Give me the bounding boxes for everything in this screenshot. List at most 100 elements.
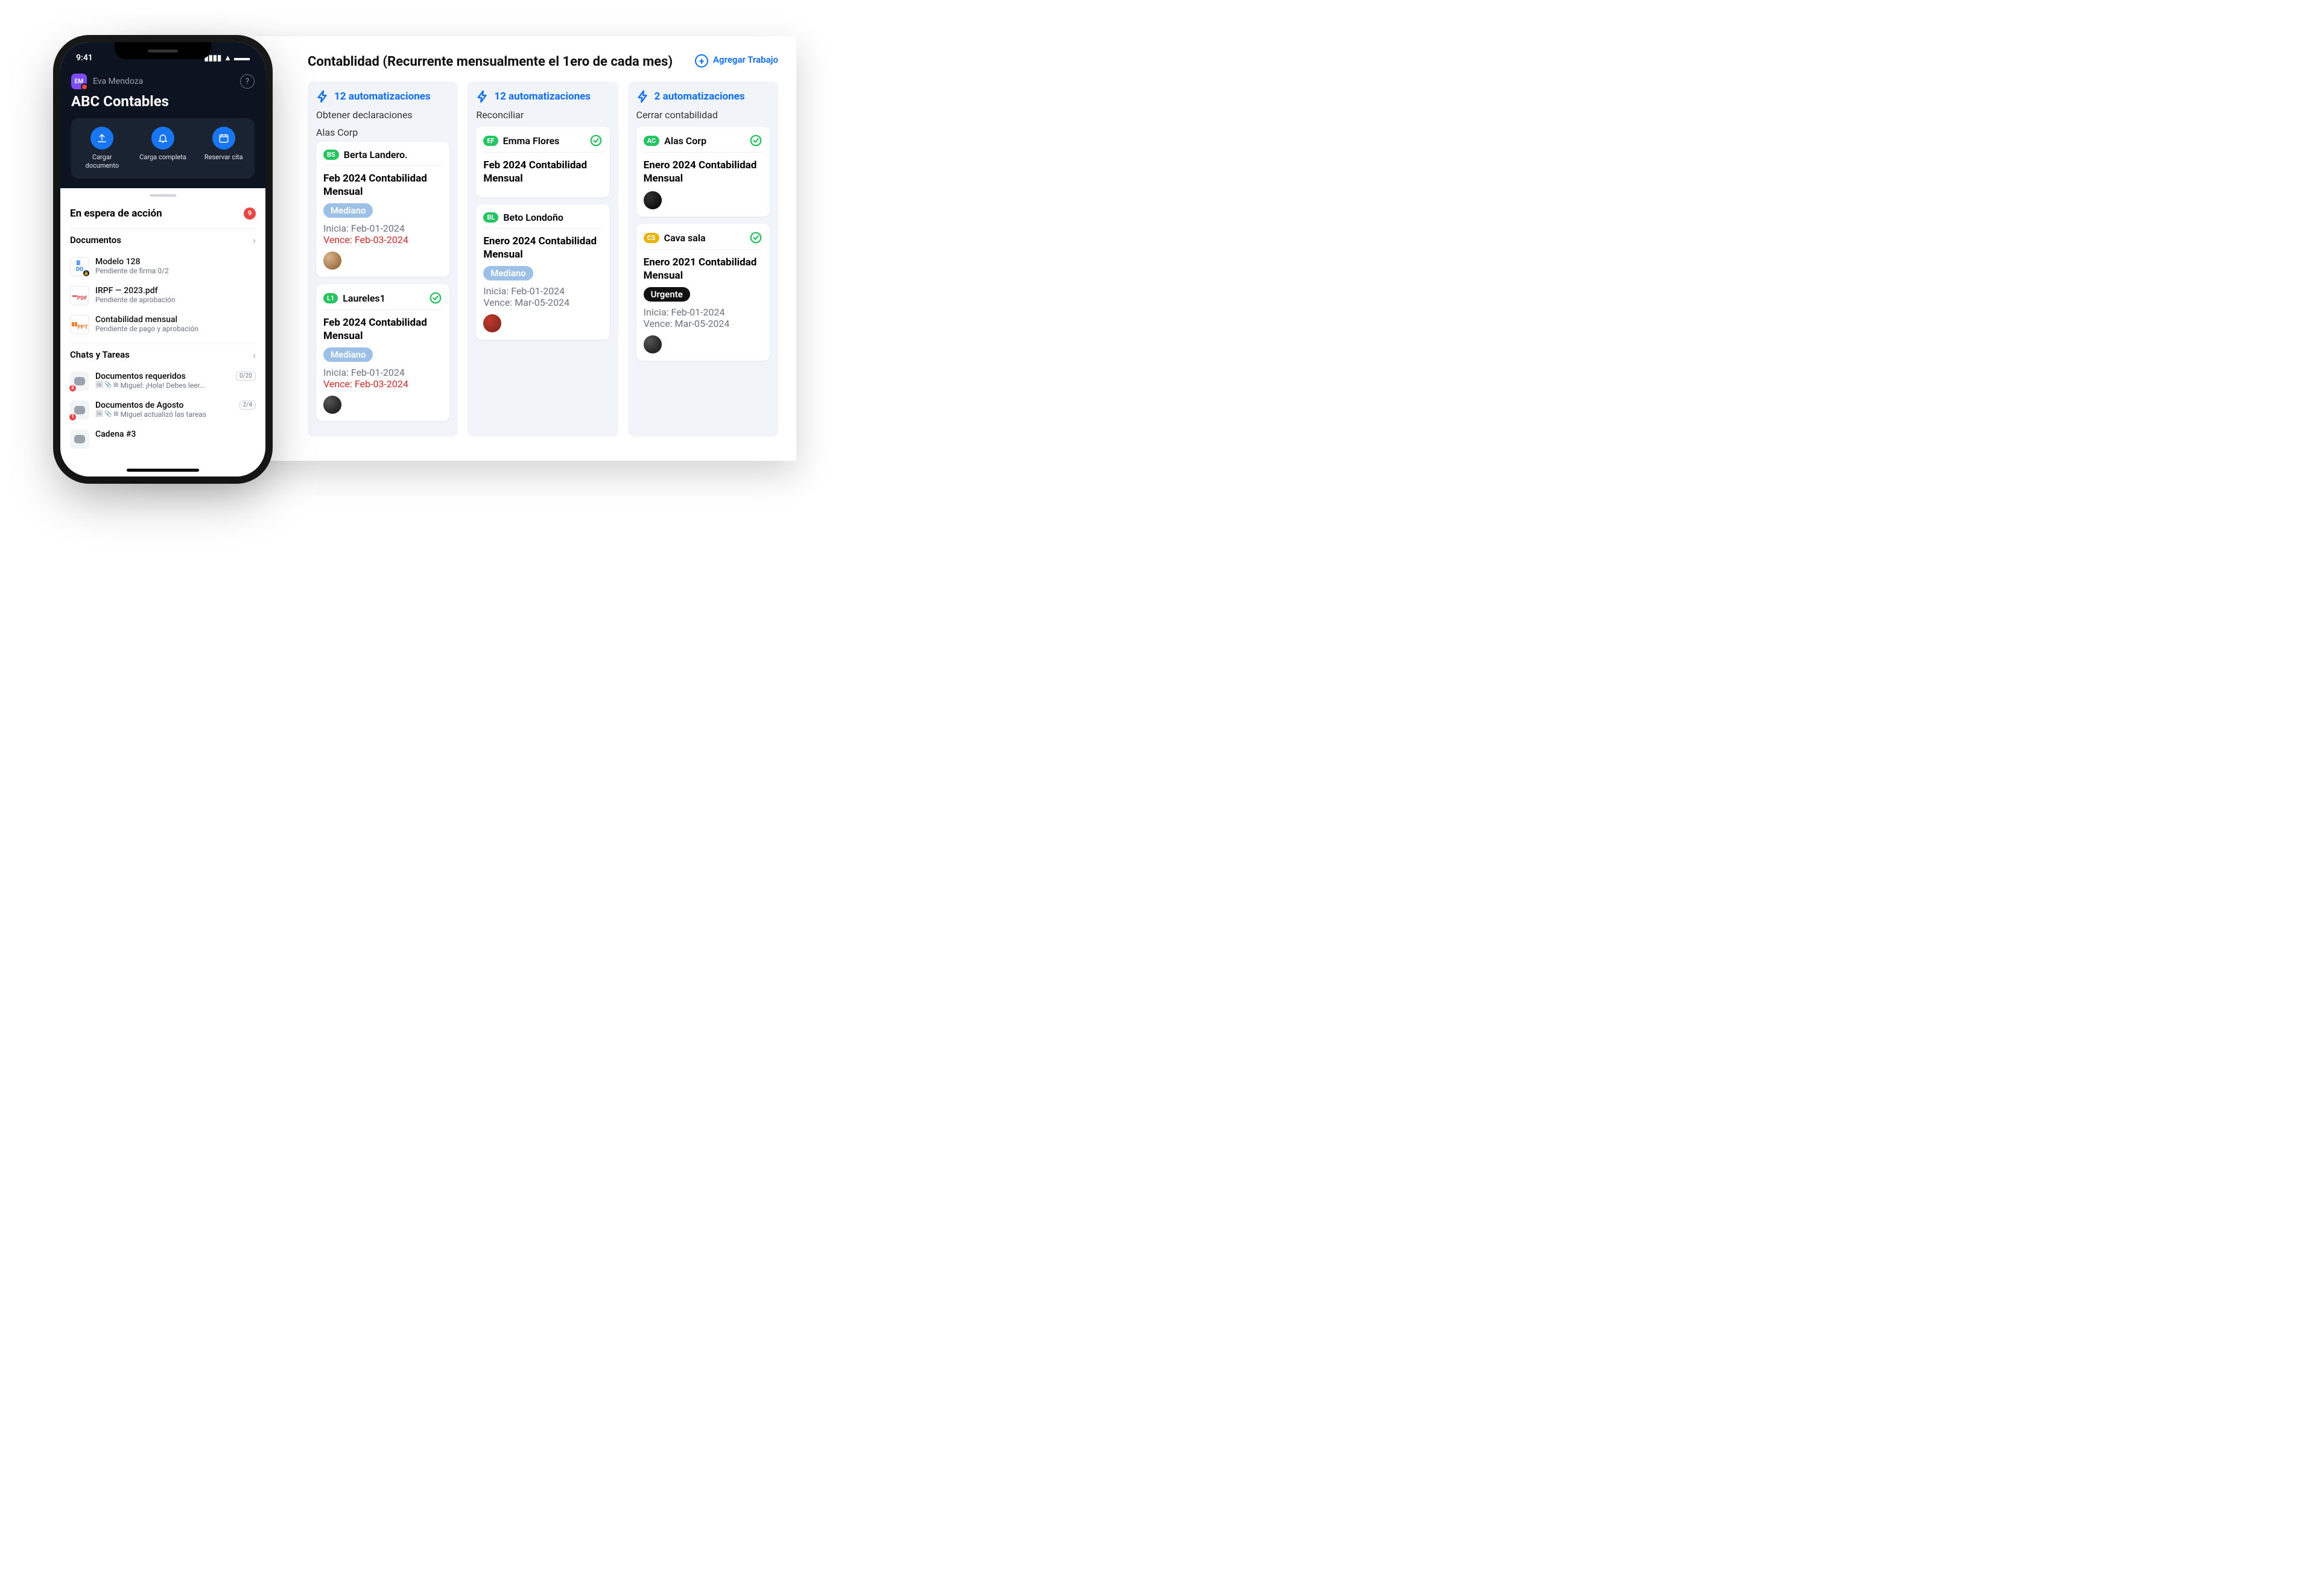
column-stage-title: Reconciliar	[476, 109, 609, 121]
attachment-icon: 🖼 📎 ⊞	[95, 411, 119, 417]
chevron-right-icon: ›	[253, 349, 256, 361]
phone-notch	[115, 42, 211, 59]
chat-icon: 2	[70, 372, 89, 391]
document-row[interactable]: ▬PDF IRPF — 2023.pdfPendiente de aprobac…	[70, 281, 256, 310]
board-title: Contablidad (Recurrente mensualmente el …	[308, 54, 673, 69]
column-stage-title: Cerrar contabilidad	[636, 109, 770, 121]
due-date: Vence: Mar-05-2024	[644, 318, 762, 329]
org-name: ABC Contables	[71, 93, 255, 110]
client-chip: L1	[323, 293, 338, 303]
priority-tag: Urgente	[644, 287, 690, 302]
task-title: Feb 2024 Contabilidad Mensual	[483, 159, 602, 185]
assignee-avatar[interactable]	[483, 314, 501, 332]
task-card[interactable]: BL Beto Londoño Enero 2024 Contabilidad …	[476, 204, 609, 340]
start-date: Inicia: Feb-01-2024	[323, 367, 442, 378]
document-status: Pendiente de firma 0/2	[95, 267, 169, 275]
chat-title: Documentos requeridos	[95, 372, 186, 381]
document-title: Contabilidad mensual	[95, 315, 198, 325]
action-label: Reservar cita	[204, 153, 243, 162]
chat-row[interactable]: Cadena #3	[70, 425, 256, 454]
progress-pill: 0/20	[236, 372, 256, 381]
file-ppt-icon: ▮▮PPT	[70, 315, 89, 334]
start-date: Inicia: Feb-01-2024	[644, 306, 762, 318]
client-name: Emma Flores	[503, 135, 585, 147]
documents-header[interactable]: Documentos ›	[70, 228, 256, 252]
automations-label: 2 automatizaciones	[655, 90, 745, 103]
add-job-button[interactable]: + Agregar Trabajo	[695, 54, 778, 68]
quick-action[interactable]: Reservar cita	[196, 127, 251, 170]
quick-action[interactable]: Cargar documento	[75, 127, 130, 170]
file-doc-icon: ≣DO🔒	[70, 257, 89, 276]
client-name: Berta Landero.	[344, 149, 443, 160]
documents-title: Documentos	[70, 235, 121, 245]
due-date: Vence: Mar-05-2024	[483, 297, 602, 308]
kanban-column: 12 automatizaciones Reconciliar EF Emma F…	[468, 81, 618, 437]
automations-label: 12 automatizaciones	[494, 90, 591, 103]
automations-link[interactable]: 2 automatizaciones	[636, 90, 770, 103]
assignee-avatar[interactable]	[644, 191, 662, 209]
kanban-column: 12 automatizaciones Obtener declaraciones…	[308, 81, 458, 437]
task-title: Enero 2024 Contabilidad Mensual	[483, 235, 602, 261]
help-icon[interactable]: ?	[240, 74, 255, 89]
status-time: 9:41	[76, 53, 93, 63]
pending-section-title: En espera de acción	[70, 207, 162, 220]
priority-tag: Mediano	[323, 347, 373, 362]
client-chip: EF	[483, 136, 498, 146]
chat-title: Documentos de Agosto	[95, 401, 183, 410]
quick-action[interactable]: Carga completa	[136, 127, 191, 170]
document-status: Pendiente de pago y aprobación	[95, 325, 198, 333]
attachment-icon: 🖼 📎 ⊞	[95, 382, 119, 388]
priority-tag: Mediano	[483, 266, 533, 280]
automations-link[interactable]: 12 automatizaciones	[316, 90, 449, 103]
user-avatar-badge[interactable]: EM	[71, 74, 87, 89]
client-chip: CS	[644, 233, 659, 243]
task-card[interactable]: BS Berta Landero. Feb 2024 Contabilidad …	[316, 142, 449, 277]
automations-link[interactable]: 12 automatizaciones	[476, 90, 609, 103]
task-card[interactable]: L1 Laureles1 Feb 2024 Contabilidad Mensu…	[316, 284, 449, 421]
client-name: Alas Corp	[664, 135, 744, 147]
task-title: Enero 2021 Contabilidad Mensual	[644, 256, 762, 282]
chat-row[interactable]: 2 Documentos requeridos 0/20 🖼 📎 ⊞ Miguel…	[70, 367, 256, 396]
chat-title: Cadena #3	[95, 429, 136, 439]
check-circle-icon	[749, 231, 762, 244]
chats-header[interactable]: Chats y Tareas ›	[70, 343, 256, 367]
check-circle-icon	[749, 134, 762, 147]
chats-title: Chats y Tareas	[70, 349, 130, 360]
assignee-avatar[interactable]	[323, 252, 341, 270]
action-label: Cargar documento	[75, 153, 130, 170]
lock-icon: 🔒	[82, 269, 90, 277]
check-circle-icon	[429, 291, 442, 305]
start-date: Inicia: Feb-01-2024	[323, 223, 442, 234]
task-title: Enero 2024 Contabilidad Mensual	[644, 159, 762, 185]
assignee-avatar[interactable]	[644, 335, 662, 353]
column-group-label: Alas Corp	[316, 127, 449, 138]
chat-row[interactable]: 1 Documentos de Agosto2/4 🖼 📎 ⊞ Miguel a…	[70, 396, 256, 425]
document-row[interactable]: ≣DO🔒 Modelo 128Pendiente de firma 0/2	[70, 252, 256, 281]
chat-preview: 🖼 📎 ⊞ Miguel actualizó las tareas	[95, 410, 256, 419]
calendar-icon	[212, 127, 235, 150]
task-card[interactable]: AC Alas Corp Enero 2024 Contabilidad Men…	[636, 127, 770, 217]
task-card[interactable]: CS Cava sala Enero 2021 Contabilidad Men…	[636, 224, 770, 361]
sheet-handle[interactable]	[150, 194, 176, 197]
due-date: Vence: Feb-03-2024	[323, 378, 442, 390]
phone-mockup: 9:41 ▮▮▮▮ ▲ ▬▬ EM Eva Mendoza ? ABC Cont…	[60, 42, 265, 477]
action-label: Carga completa	[139, 153, 186, 162]
upload-icon	[90, 127, 113, 150]
status-icons: ▮▮▮▮ ▲ ▬▬	[204, 53, 250, 63]
task-card[interactable]: EF Emma Flores Feb 2024 Contabilidad Men…	[476, 127, 609, 197]
due-date: Vence: Feb-03-2024	[323, 234, 442, 245]
task-title: Feb 2024 Contabilidad Mensual	[323, 172, 442, 198]
wifi-icon: ▲	[224, 53, 232, 63]
start-date: Inicia: Feb-01-2024	[483, 285, 602, 297]
client-name: Beto Londoño	[503, 212, 602, 223]
column-stage-title: Obtener declaraciones	[316, 109, 449, 121]
assignee-avatar[interactable]	[323, 396, 341, 414]
chevron-right-icon: ›	[253, 235, 256, 246]
chat-icon	[70, 429, 89, 449]
check-circle-icon	[589, 134, 603, 147]
chat-preview: 🖼 📎 ⊞ Miguel: ¡Hola! Debes leer...	[95, 381, 256, 390]
client-name: Cava sala	[664, 232, 744, 244]
home-indicator[interactable]	[127, 469, 199, 472]
file-pdf-icon: ▬PDF	[70, 286, 89, 305]
document-row[interactable]: ▮▮PPT Contabilidad mensualPendiente de p…	[70, 310, 256, 339]
